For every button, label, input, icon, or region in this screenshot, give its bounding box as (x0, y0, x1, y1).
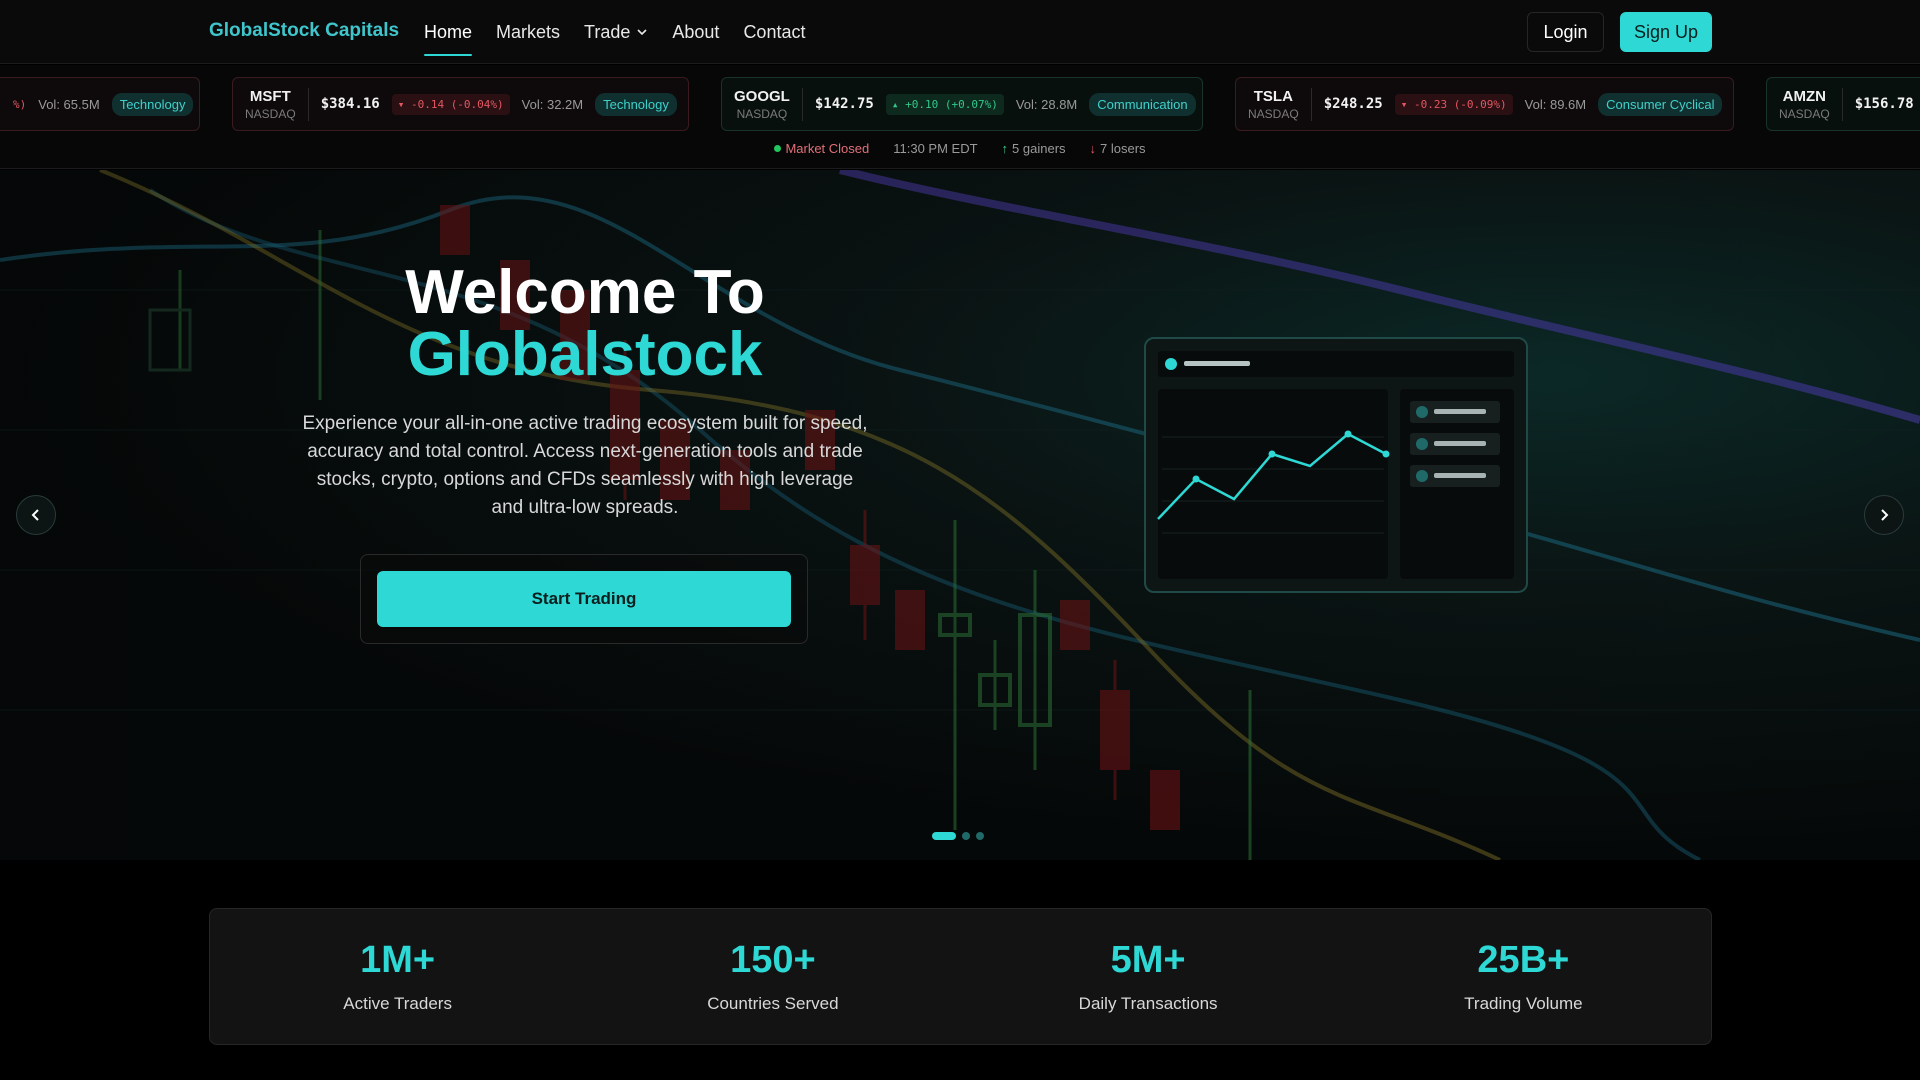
ticker-price: $156.78 (1854, 96, 1914, 112)
ticker-change: %) (13, 97, 27, 111)
ticker-symbol: TSLA (1253, 87, 1293, 105)
carousel-next-button[interactable] (1864, 495, 1904, 535)
carousel-prev-button[interactable] (16, 495, 56, 535)
ticker-symbol-block: GOOGL NASDAQ (734, 87, 803, 121)
ticker-volume: Vol: 32.2M (521, 96, 584, 112)
ticker-price: $248.25 (1323, 96, 1383, 112)
chevron-down-icon (637, 29, 647, 36)
hero-title-line1: Welcome To (405, 258, 765, 327)
arrow-up-icon: ↑ (1001, 141, 1009, 156)
ticker-exchange: NASDAQ (1248, 106, 1299, 121)
stat-item: 5M+ Daily Transactions (961, 909, 1336, 1044)
ticker-symbol-block: TSLA NASDAQ (1248, 87, 1312, 121)
ticker-symbol: MSFT (249, 87, 291, 105)
ticker-volume: Vol: 28.8M (1015, 96, 1078, 112)
dashboard-graphic (1157, 351, 1514, 579)
start-trading-button[interactable]: Start Trading (377, 571, 791, 627)
ticker-card-amzn[interactable]: AMZN NASDAQ $156.78 (1766, 77, 1920, 131)
stat-label: Countries Served (707, 994, 839, 1013)
triangle-up-icon: ▴ (891, 97, 906, 111)
ticker-exchange: NASDAQ (245, 106, 296, 121)
ticker-change: ▾ -0.14 (-0.04%) (391, 93, 510, 115)
carousel-indicators (932, 832, 984, 840)
hero-title-line2: Globalstock (407, 320, 763, 389)
nav-contact[interactable]: Contact (743, 0, 805, 64)
hero-description: Experience your all-in-one active tradin… (302, 413, 868, 518)
triangle-down-icon: ▾ (397, 97, 411, 111)
ticker-sector: Technology (111, 92, 194, 116)
stat-label: Trading Volume (1464, 994, 1583, 1013)
ticker-symbol-block: MSFT NASDAQ (245, 87, 309, 121)
triangle-down-icon: ▾ (1400, 97, 1414, 111)
ticker-price: $142.75 (814, 96, 874, 112)
status-dot-icon (774, 145, 782, 152)
ticker-sector: Consumer Cyclical (1598, 92, 1723, 116)
nav-trade[interactable]: Trade (584, 0, 648, 64)
ticker-exchange: NASDAQ (736, 106, 788, 121)
ticker-card-tsla[interactable]: TSLA NASDAQ $248.25 ▾ -0.23 (-0.09%) Vol… (1235, 77, 1734, 131)
nav-home[interactable]: Home (424, 0, 473, 64)
stat-item: 150+ Countries Served (585, 909, 960, 1044)
chevron-right-icon (1881, 509, 1889, 521)
ticker-price: $384.16 (320, 96, 380, 112)
stat-value: 1M+ (360, 939, 436, 981)
carousel-dot-3[interactable] (976, 832, 984, 840)
ticker-volume: Vol: 89.6M (1524, 96, 1587, 112)
dashboard-illustration (1144, 337, 1528, 593)
chevron-left-icon (31, 509, 39, 521)
top-navbar: GlobalStock Capitals Home Markets Trade … (0, 0, 1920, 64)
stat-item: 25B+ Trading Volume (1336, 909, 1711, 1044)
gainers-count: ↑ 5 gainers (1002, 141, 1066, 156)
stats-panel: 1M+ Active Traders 150+ Countries Served… (209, 908, 1712, 1045)
nav-about[interactable]: About (672, 0, 719, 64)
ticker-symbol: GOOGL (734, 87, 790, 105)
carousel-dot-2[interactable] (962, 832, 970, 840)
market-status-row: Market Closed 11:30 PM EDT ↑ 5 gainers ↓ 7… (0, 141, 1920, 156)
ticker-symbol: AMZN (1782, 87, 1826, 105)
ticker-change-value: -0.14 (-0.04%) (410, 97, 504, 111)
nav-markets[interactable]: Markets (496, 0, 560, 64)
ticker-symbol-block: AMZN NASDAQ (1779, 87, 1843, 121)
arrow-down-icon: ↓ (1089, 141, 1097, 156)
gainers-label: 5 gainers (1012, 141, 1066, 156)
stat-item: 1M+ Active Traders (210, 909, 585, 1044)
brand-logo[interactable]: GlobalStock Capitals (209, 20, 399, 42)
losers-count: ↓ 7 losers (1090, 141, 1146, 156)
ticker-volume: Vol: 65.5M (38, 96, 100, 112)
market-status-label: Market Closed (785, 141, 870, 156)
stat-value: 5M+ (1110, 939, 1186, 981)
losers-label: 7 losers (1100, 141, 1146, 156)
ticker-change: ▾ -0.23 (-0.09%) (1394, 93, 1513, 115)
carousel-dot-1[interactable] (932, 832, 956, 840)
ticker-sector: Communication (1089, 92, 1196, 116)
ticker-change: ▴ +0.10 (+0.07%) (885, 93, 1004, 115)
nav-trade-label: Trade (584, 21, 631, 42)
market-time: 11:30 PM EDT (893, 141, 978, 156)
stat-label: Active Traders (343, 994, 452, 1013)
ticker-card[interactable]: %) Vol: 65.5M Technology (0, 77, 200, 131)
stat-label: Daily Transactions (1078, 994, 1218, 1013)
login-button[interactable]: Login (1527, 12, 1604, 52)
ticker-exchange: NASDAQ (1779, 106, 1830, 121)
hero-carousel: Welcome To Globalstock Experience your a… (0, 170, 1920, 860)
main-nav: Home Markets Trade About Contact (424, 0, 805, 64)
ticker-change-value: -0.23 (-0.09%) (1413, 97, 1507, 111)
ticker-change-value: +0.10 (+0.07%) (905, 97, 998, 111)
market-status: Market Closed (774, 141, 869, 156)
stock-ticker: %) Vol: 65.5M Technology MSFT NASDAQ $38… (0, 65, 1920, 169)
ticker-card-googl[interactable]: GOOGL NASDAQ $142.75 ▴ +0.10 (+0.07%) Vo… (721, 77, 1203, 131)
stat-value: 150+ (730, 939, 816, 981)
stat-value: 25B+ (1477, 939, 1570, 981)
signup-button[interactable]: Sign Up (1620, 12, 1712, 52)
ticker-card-msft[interactable]: MSFT NASDAQ $384.16 ▾ -0.14 (-0.04%) Vol… (232, 77, 689, 131)
hero-title: Welcome To Globalstock (250, 262, 920, 386)
ticker-sector: Technology (595, 92, 677, 116)
